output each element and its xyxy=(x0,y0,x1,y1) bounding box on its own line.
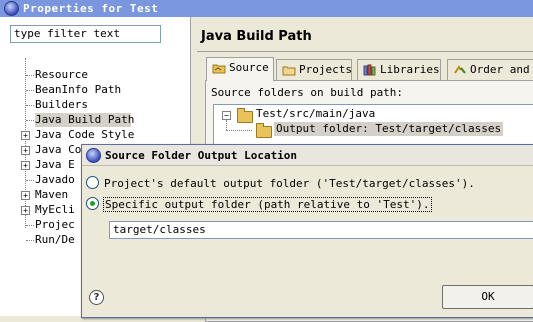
nav-item-maven[interactable]: Maven xyxy=(35,188,68,202)
specific-output-radio[interactable] xyxy=(86,197,99,210)
tab-source[interactable]: Source xyxy=(206,57,274,81)
projects-icon xyxy=(282,66,296,76)
tree-connector xyxy=(26,120,34,121)
filter-input[interactable]: type filter text xyxy=(10,25,161,43)
nav-item-resource[interactable]: Resource xyxy=(35,68,88,82)
tab-label: Libraries xyxy=(380,63,440,76)
expand-icon[interactable]: + xyxy=(21,161,30,170)
output-folder-input[interactable]: target/classes xyxy=(109,221,533,239)
nav-item-run-debug[interactable]: Run/De xyxy=(35,233,75,247)
window-title: Properties for Test xyxy=(23,2,159,15)
source-folder-item[interactable]: Test/src/main/java xyxy=(256,107,375,121)
tree-guide-line xyxy=(226,120,227,130)
order-export-icon xyxy=(454,65,466,74)
nav-item-javadoc[interactable]: Javado xyxy=(35,173,75,187)
package-folder-icon xyxy=(237,108,253,123)
output-location-dialog: Source Folder Output Location Project's … xyxy=(81,144,533,318)
default-output-label: Project's default output folder ('Test/t… xyxy=(104,177,475,190)
tree-connector xyxy=(26,105,34,106)
nav-item-project[interactable]: Projec xyxy=(35,218,75,232)
tab-label: Projects xyxy=(299,63,352,76)
nav-item-beaninfo-path[interactable]: BeanInfo Path xyxy=(35,83,121,97)
collapse-icon[interactable]: − xyxy=(222,111,231,120)
expand-icon[interactable]: + xyxy=(21,191,30,200)
nav-item-java-code-style[interactable]: Java Code Style xyxy=(35,128,134,142)
dialog-title: Source Folder Output Location xyxy=(105,148,298,162)
tree-connector xyxy=(26,225,34,226)
default-output-radio[interactable] xyxy=(86,176,99,189)
nav-item-builders[interactable]: Builders xyxy=(35,98,88,112)
tree-connector xyxy=(26,240,34,241)
nav-item-java-editor[interactable]: Java E xyxy=(35,158,75,172)
tree-connector xyxy=(26,180,34,181)
expand-icon[interactable]: + xyxy=(21,131,30,140)
source-folder-icon xyxy=(212,64,226,74)
nav-item-myeclipse[interactable]: MyEcli xyxy=(35,203,75,217)
output-folder-icon xyxy=(256,123,272,138)
source-folders-label: Source folders on build path: xyxy=(211,86,404,99)
default-output-option[interactable]: Project's default output folder ('Test/t… xyxy=(86,176,475,192)
nav-item-java-build-path[interactable]: Java Build Path xyxy=(35,113,134,127)
tab-libraries[interactable]: Libraries xyxy=(357,59,441,80)
dialog-title-bar[interactable]: Source Folder Output Location xyxy=(82,145,533,166)
expand-icon[interactable]: + xyxy=(21,206,30,215)
tab-label: Source xyxy=(229,61,269,74)
tree-connector xyxy=(26,90,34,91)
expand-icon[interactable]: + xyxy=(21,146,30,155)
libraries-icon xyxy=(363,64,376,76)
title-divider xyxy=(197,51,533,52)
output-folder-item[interactable]: Output folder: Test/target/classes xyxy=(274,122,504,136)
page-title: Java Build Path xyxy=(201,29,312,44)
specific-output-option[interactable]: Specific output folder (path relative to… xyxy=(86,197,432,213)
window-title-bar[interactable]: Properties for Test xyxy=(0,0,533,17)
tree-connector xyxy=(26,75,34,76)
specific-output-label: Specific output folder (path relative to… xyxy=(103,197,432,212)
tab-projects[interactable]: Projects xyxy=(276,59,352,80)
tree-connector xyxy=(226,130,252,131)
ok-button[interactable]: OK xyxy=(442,285,533,309)
help-icon[interactable]: ? xyxy=(89,290,104,305)
tree-guide-line xyxy=(25,58,26,228)
eclipse-icon xyxy=(4,1,19,16)
tab-label: Order and E xyxy=(470,63,533,76)
tab-order-and-export[interactable]: Order and E xyxy=(447,59,533,80)
eclipse-icon xyxy=(86,147,101,163)
